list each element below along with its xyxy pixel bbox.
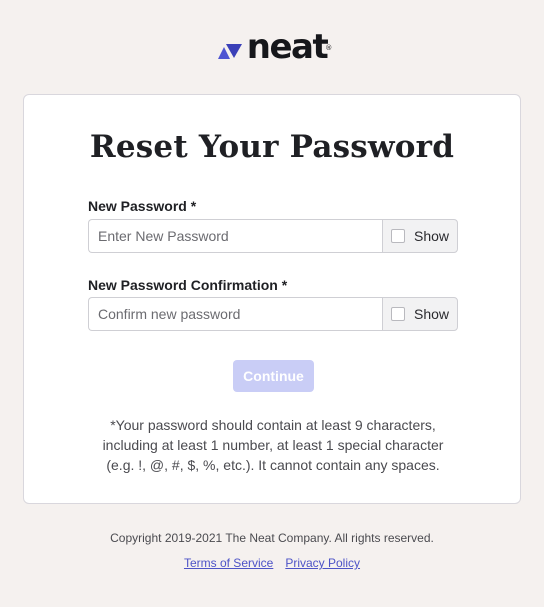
privacy-policy-link[interactable]: Privacy Policy — [285, 556, 360, 570]
new-password-input[interactable] — [88, 219, 382, 253]
logo-wordmark: neat ® — [246, 27, 333, 67]
confirm-password-input[interactable] — [88, 297, 382, 331]
copyright-text: Copyright 2019-2021 The Neat Company. Al… — [110, 531, 434, 545]
hint-line-1: *Your password should contain at least 9… — [110, 417, 436, 433]
reset-password-card: Reset Your Password New Password * Show … — [23, 94, 521, 504]
confirm-password-field-group: Show — [88, 297, 458, 331]
new-password-show-toggle[interactable]: Show — [382, 219, 458, 253]
page-title: Reset Your Password — [89, 129, 455, 165]
hint-line-2: including at least 1 number, at least 1 … — [102, 437, 444, 453]
confirm-password-label: New Password Confirmation * — [88, 277, 288, 293]
new-password-label: New Password * — [88, 198, 197, 214]
hint-line-3: (e.g. !, @, #, $, %, etc.). It cannot co… — [106, 457, 440, 473]
terms-of-service-link[interactable]: Terms of Service — [184, 556, 273, 570]
new-password-field-group: Show — [88, 219, 458, 253]
footer-links: Terms of Service Privacy Policy — [0, 556, 544, 570]
registered-mark: ® — [325, 44, 333, 52]
brand-logo: neat ® — [0, 27, 544, 67]
confirm-password-show-label: Show — [414, 306, 450, 322]
logo-lockup: neat ® — [217, 27, 333, 67]
password-requirements-hint: *Your password should contain at least 9… — [64, 415, 482, 475]
continue-button[interactable]: Continue — [233, 360, 314, 392]
confirm-password-show-toggle[interactable]: Show — [382, 297, 458, 331]
new-password-show-label: Show — [414, 228, 450, 244]
confirm-password-show-checkbox[interactable] — [391, 307, 405, 321]
new-password-show-checkbox[interactable] — [391, 229, 405, 243]
neat-triangle-logo-icon — [217, 44, 242, 59]
